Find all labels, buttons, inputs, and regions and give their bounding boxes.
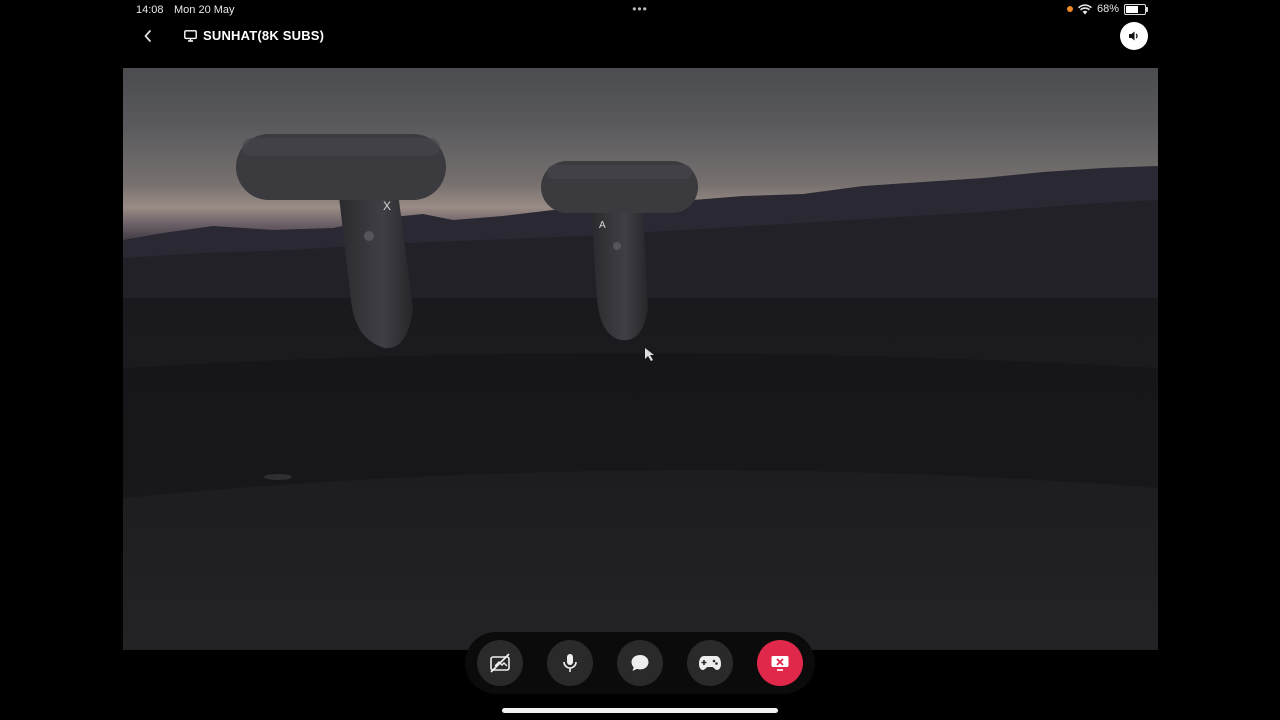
chat-button[interactable] — [617, 640, 663, 686]
stream-title-text: SUNHAT(8K SUBS) — [203, 28, 325, 43]
status-date: Mon 20 May — [174, 4, 235, 16]
right-controller-a-label: A — [599, 220, 606, 231]
volume-button[interactable] — [1120, 22, 1148, 50]
back-button[interactable] — [138, 24, 158, 46]
battery-fill — [1126, 5, 1139, 13]
status-bar: 14:08 Mon 20 May ••• 68% — [122, 0, 1158, 20]
gamepad-icon — [699, 656, 721, 670]
status-right: 68% — [1066, 3, 1148, 15]
mic-icon — [563, 654, 577, 672]
left-controller-x-label: X — [383, 199, 391, 213]
stream-scene: X A — [123, 134, 1158, 650]
wifi-icon — [1078, 3, 1092, 14]
battery-percent: 68% — [1096, 3, 1119, 15]
battery-icon — [1124, 3, 1148, 15]
speaker-icon — [1129, 31, 1138, 41]
multitasking-dots[interactable]: ••• — [632, 2, 648, 16]
end-stream-icon — [771, 656, 789, 671]
end-stream-button[interactable] — [757, 640, 803, 686]
controller-button[interactable] — [687, 640, 733, 686]
stream-header: SUNHAT(8K SUBS) — [122, 20, 1158, 54]
monitor-icon — [184, 29, 197, 42]
stream-title: SUNHAT(8K SUBS) — [184, 28, 324, 43]
stream-view[interactable]: X A — [123, 68, 1158, 650]
battery-nub — [1146, 6, 1148, 12]
call-toolbar — [465, 632, 815, 694]
chevron-left-icon — [144, 30, 151, 42]
home-indicator[interactable] — [502, 708, 778, 713]
app-screen: 14:08 Mon 20 May ••• 68% SUNHAT(8K SUBS)… — [0, 0, 1280, 720]
orange-dot-indicator — [1066, 6, 1073, 12]
camera-off-icon — [490, 653, 510, 673]
microphone-button[interactable] — [547, 640, 593, 686]
chat-bubble-icon — [631, 655, 649, 671]
video-off-button[interactable] — [477, 640, 523, 686]
status-time: 14:08 — [136, 4, 164, 16]
ground-marker — [264, 474, 292, 480]
